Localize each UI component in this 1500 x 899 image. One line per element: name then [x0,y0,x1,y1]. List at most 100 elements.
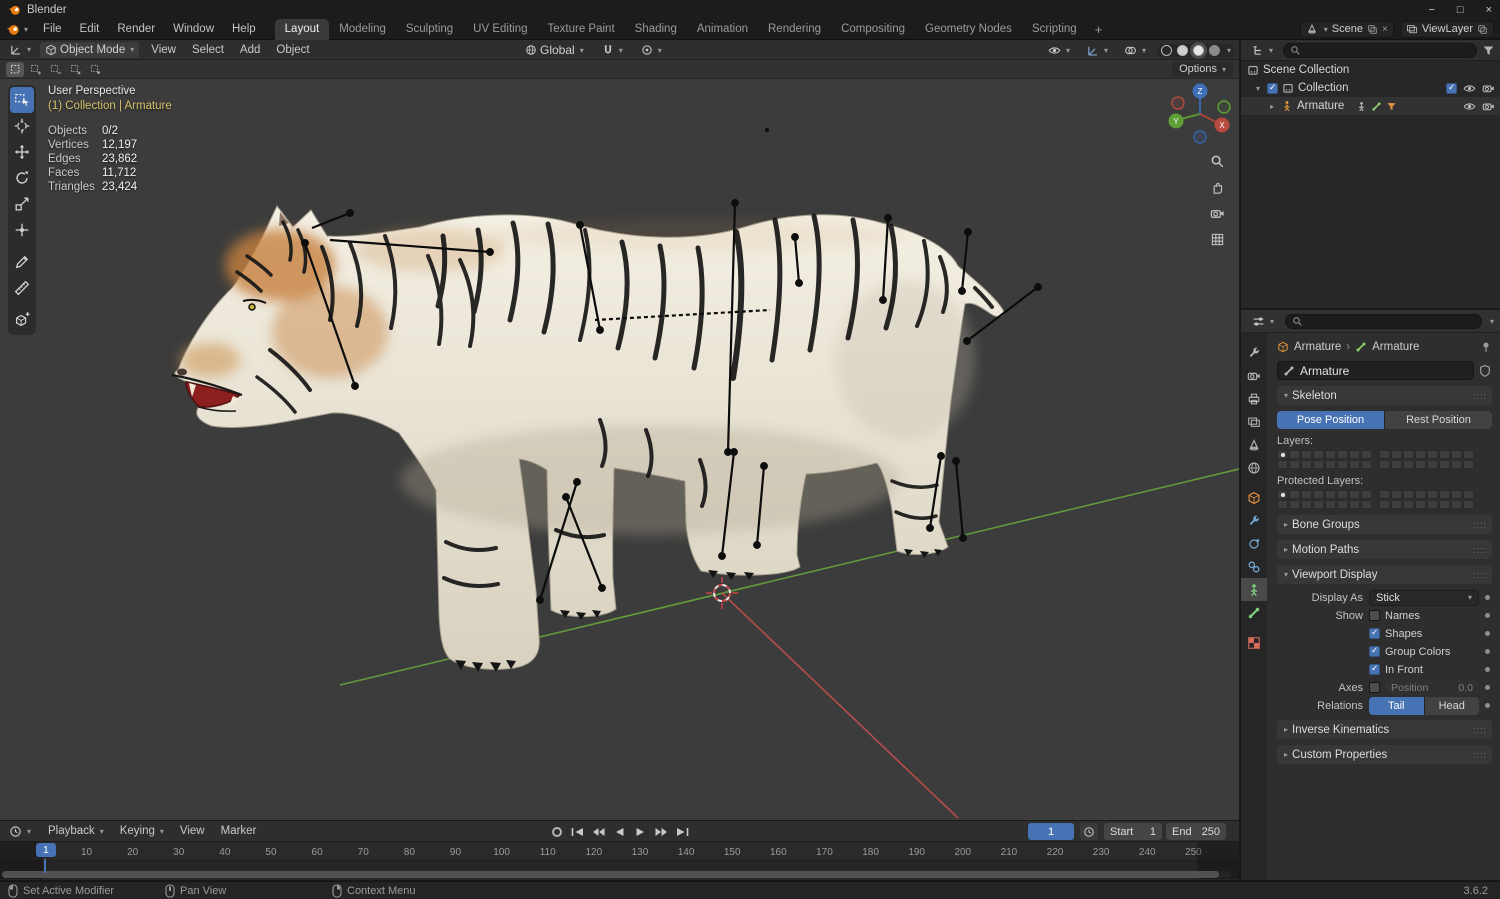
collection-checkbox[interactable] [1267,82,1278,94]
cursor-tool[interactable] [10,113,34,139]
properties-tab-tool[interactable] [1241,341,1267,364]
properties-tab-constraints[interactable] [1241,555,1267,578]
layer-toggle[interactable] [1391,450,1402,459]
layer-toggle[interactable] [1427,500,1438,509]
workspace-tab-texture-paint[interactable]: Texture Paint [538,19,625,40]
layer-toggle[interactable] [1325,450,1336,459]
close-button[interactable]: × [1486,4,1492,16]
layer-toggle[interactable] [1463,460,1474,469]
current-frame-field[interactable]: 1 [1028,823,1074,840]
layer-toggle[interactable] [1403,450,1414,459]
timeline-menu-marker[interactable]: Marker [213,825,265,837]
properties-tab-object[interactable] [1241,486,1267,509]
rest-position-button[interactable]: Rest Position [1385,411,1492,429]
play-reverse-button[interactable] [611,824,628,840]
layer-toggle[interactable] [1277,490,1288,499]
workspace-tab-animation[interactable]: Animation [687,19,758,40]
animate-dot[interactable] [1485,631,1490,636]
layer-toggle[interactable] [1361,460,1372,469]
layer-toggle[interactable] [1277,500,1288,509]
skeleton-panel-header[interactable]: ▾ Skeleton :::: [1277,386,1492,405]
layer-toggle[interactable] [1463,490,1474,499]
layer-toggle[interactable] [1289,500,1300,509]
layer-toggle[interactable] [1463,450,1474,459]
drag-handle-icon[interactable]: :::: [1473,725,1487,735]
select-mode-intersect-button[interactable] [86,62,104,77]
layer-toggle[interactable] [1289,460,1300,469]
layer-toggle[interactable] [1325,500,1336,509]
scene-selector[interactable]: ▾ Scene × [1299,20,1394,38]
layer-toggle[interactable] [1391,460,1402,469]
pin-icon[interactable] [1480,341,1492,353]
armature-data-icon[interactable] [1355,341,1367,353]
proportional-editing-button[interactable]: ▾ [636,42,667,58]
modifier-marker-icon[interactable] [1386,101,1397,112]
workspace-tab-compositing[interactable]: Compositing [831,19,915,40]
timeline-menu-view[interactable]: View [172,825,213,837]
animate-dot[interactable] [1485,595,1490,600]
auto-keying-button[interactable] [548,824,565,840]
properties-tab-world[interactable] [1241,456,1267,479]
armature-data-icon[interactable] [1371,101,1382,112]
properties-tab-texture[interactable] [1241,631,1267,654]
layer-toggle[interactable] [1277,450,1288,459]
layer-toggle[interactable] [1415,460,1426,469]
menu-file[interactable]: File [34,19,71,40]
layer-toggle[interactable] [1427,460,1438,469]
prev-keyframe-button[interactable] [590,824,607,840]
layer-toggle[interactable] [1325,490,1336,499]
viewlayer-selector[interactable]: ViewLayer [1399,20,1494,38]
layer-toggle[interactable] [1313,460,1324,469]
animate-dot[interactable] [1485,613,1490,618]
eye-icon[interactable] [1463,100,1476,113]
camera-icon[interactable] [1482,100,1495,113]
pan-button[interactable] [1204,176,1230,198]
layer-toggle[interactable] [1379,490,1390,499]
camera-view-button[interactable] [1204,202,1230,224]
outliner-row-collection[interactable]: ▾ Collection [1241,79,1500,97]
add-cube-tool[interactable] [10,307,34,333]
shapes-checkbox[interactable] [1369,627,1380,639]
drag-handle-icon[interactable]: :::: [1473,570,1487,580]
editor-type-button[interactable]: ▾ [4,42,36,58]
viewport-menu-view[interactable]: View [143,44,184,56]
layer-toggle[interactable] [1301,500,1312,509]
properties-tab-scene[interactable] [1241,433,1267,456]
fake-user-shield-icon[interactable] [1478,364,1492,378]
timeline-editor-type-button[interactable]: ▾ [4,823,36,839]
viewport-menu-object[interactable]: Object [268,44,317,56]
workspace-tab-shading[interactable]: Shading [625,19,687,40]
select-mode-extend-button[interactable] [26,62,44,77]
layer-toggle[interactable] [1415,450,1426,459]
unlink-scene-icon[interactable]: × [1382,24,1388,35]
properties-tab-object-data[interactable] [1241,578,1267,601]
gizmos-toggle-button[interactable]: ▾ [1081,42,1113,58]
jump-to-start-button[interactable] [569,824,586,840]
breadcrumb-data[interactable]: Armature [1372,341,1419,353]
workspace-tab-scripting[interactable]: Scripting [1022,19,1087,40]
timeline-menu-playback[interactable]: Playback ▾ [40,825,112,837]
layer-toggle[interactable] [1451,500,1462,509]
layer-toggle[interactable] [1427,450,1438,459]
blender-menu-button[interactable]: ▾ [0,22,34,36]
layer-toggle[interactable] [1361,450,1372,459]
timeline-scrollbar[interactable] [2,871,1231,878]
outliner-search-input[interactable] [1283,42,1477,58]
workspace-tab-modeling[interactable]: Modeling [329,19,396,40]
menu-edit[interactable]: Edit [71,19,109,40]
scale-tool[interactable] [10,191,34,217]
axes-position-slider[interactable]: Position 0.0 [1385,680,1479,695]
layer-toggle[interactable] [1403,460,1414,469]
layer-toggle[interactable] [1361,500,1372,509]
drag-handle-icon[interactable]: :::: [1473,520,1487,530]
eye-icon[interactable] [1463,82,1476,95]
properties-tab-view-layer[interactable] [1241,410,1267,433]
layer-toggle[interactable] [1415,490,1426,499]
bone-groups-panel-header[interactable]: ▸ Bone Groups :::: [1277,515,1492,534]
workspace-tab-sculpting[interactable]: Sculpting [396,19,463,40]
selectable-checkbox[interactable] [1446,82,1457,94]
options-button[interactable]: Options ▾ [1172,61,1233,77]
workspace-tab-rendering[interactable]: Rendering [758,19,831,40]
animate-dot[interactable] [1485,703,1490,708]
workspace-tab-layout[interactable]: Layout [274,18,330,40]
